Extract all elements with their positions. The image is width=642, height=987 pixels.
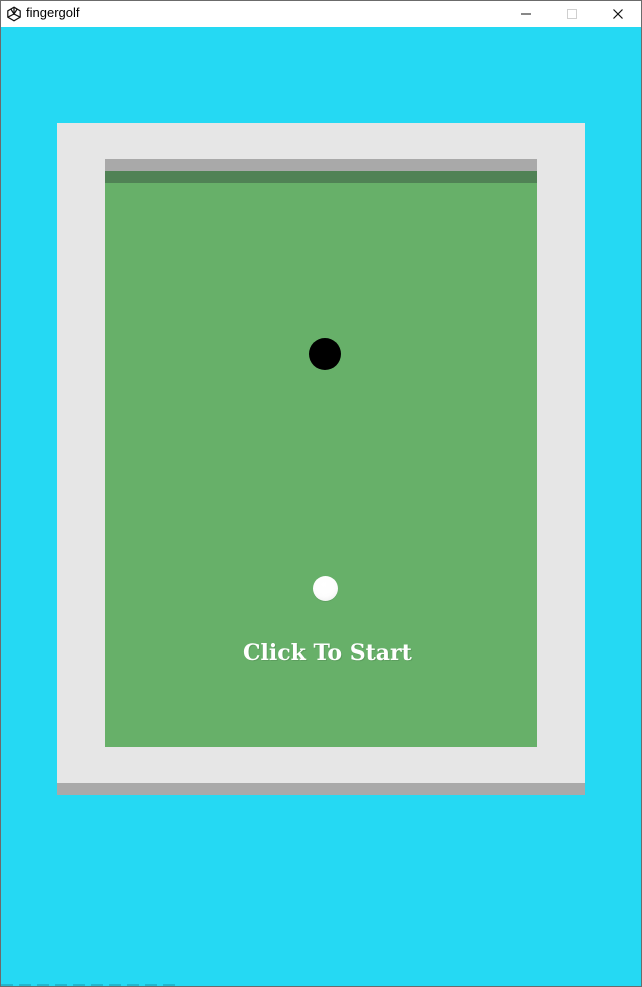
game-window: fingergolf Click To Start — [0, 0, 642, 987]
maximize-icon — [567, 9, 577, 19]
minimize-icon — [521, 13, 531, 15]
window-title: fingergolf — [26, 5, 80, 20]
golf-hole — [309, 338, 341, 370]
maximize-button[interactable] — [549, 1, 595, 27]
frame-bottom-shadow — [57, 783, 585, 795]
game-canvas[interactable]: Click To Start — [1, 27, 641, 986]
top-wall — [105, 159, 537, 171]
close-icon — [613, 9, 623, 19]
bottom-edge-mark — [1, 984, 181, 986]
minimize-button[interactable] — [503, 1, 549, 27]
green-shadow-strip — [105, 171, 537, 183]
golf-ball[interactable] — [313, 576, 338, 601]
unity-icon — [7, 6, 21, 22]
click-to-start-text[interactable]: Click To Start — [243, 638, 412, 668]
close-button[interactable] — [595, 1, 641, 27]
window-controls — [503, 1, 641, 27]
title-bar[interactable]: fingergolf — [1, 1, 641, 27]
